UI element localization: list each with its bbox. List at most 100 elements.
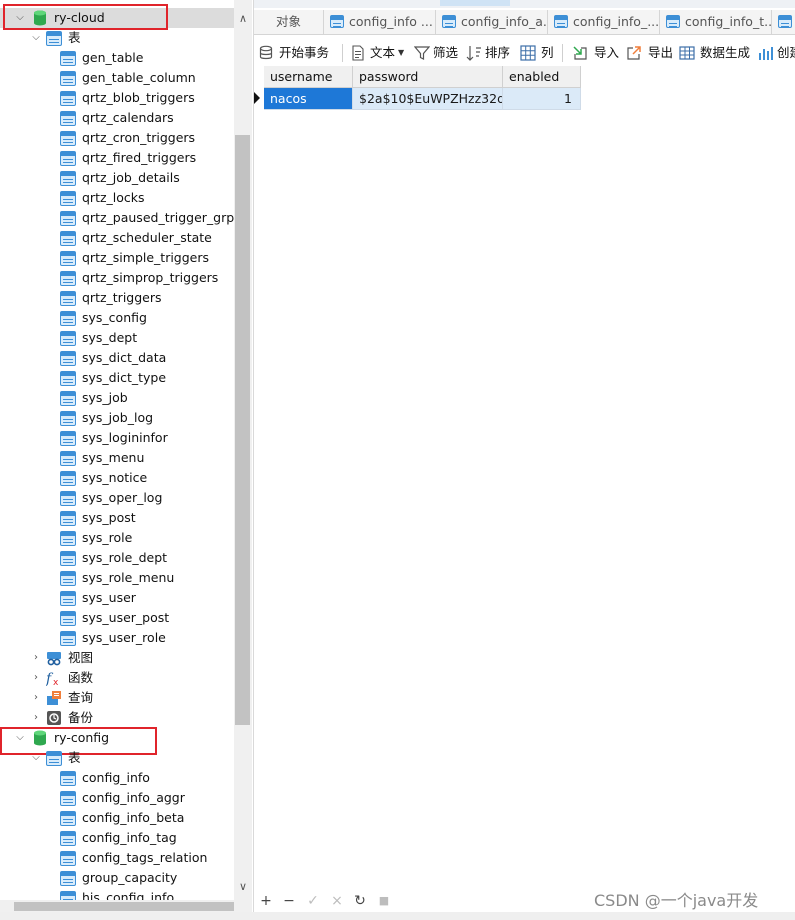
tab-bar: 对象 config_info ... config_info_a... conf… <box>254 10 795 35</box>
tree-table-item[interactable]: config_info_aggr <box>0 788 234 808</box>
table-name: qrtz_calendars <box>82 110 174 125</box>
tab-objects[interactable]: 对象 <box>254 10 324 35</box>
tree-table-item[interactable]: config_info_beta <box>0 808 234 828</box>
apply-changes-button[interactable]: ✓ <box>304 892 322 910</box>
tab-config-info-aggr[interactable]: config_info_a... <box>436 10 548 35</box>
tab-config-info-tag[interactable]: config_info_t... <box>660 10 772 35</box>
filter-button[interactable]: 筛选 <box>414 43 462 63</box>
tree-table-item[interactable]: sys_role_menu <box>0 568 234 588</box>
tree-folder-functions[interactable]: › f x 函数 <box>0 668 234 688</box>
column-header-label: enabled <box>509 69 560 84</box>
discard-changes-button[interactable]: × <box>328 892 346 910</box>
tree-table-item[interactable]: sys_config <box>0 308 234 328</box>
column-header-password[interactable]: password <box>353 66 503 88</box>
text-view-button[interactable]: 文本 ▼ <box>350 43 406 63</box>
refresh-button[interactable]: ↻ <box>351 892 369 910</box>
tree-table-item[interactable]: sys_role_dept <box>0 548 234 568</box>
stop-button[interactable]: ■ <box>375 892 393 910</box>
table-icon <box>330 15 344 28</box>
tree-folder-backups[interactable]: › 备份 <box>0 708 234 728</box>
tree-table-item[interactable]: sys_job <box>0 388 234 408</box>
create-chart-button[interactable]: 创建 <box>758 43 795 63</box>
tab-users[interactable] <box>772 10 795 35</box>
tree-table-item[interactable]: sys_dept <box>0 328 234 348</box>
tree-table-item[interactable]: qrtz_cron_triggers <box>0 128 234 148</box>
tree-table-item[interactable]: qrtz_locks <box>0 188 234 208</box>
tree-table-item[interactable]: config_info_tag <box>0 828 234 848</box>
tree-table-item[interactable]: qrtz_calendars <box>0 108 234 128</box>
table-name: qrtz_blob_triggers <box>82 90 195 105</box>
tree-table-item[interactable]: sys_dict_data <box>0 348 234 368</box>
chevron-right-icon[interactable]: › <box>30 688 42 708</box>
table-name: qrtz_job_details <box>82 170 180 185</box>
tree-table-item[interactable]: sys_menu <box>0 448 234 468</box>
tree-table-item[interactable]: group_capacity <box>0 868 234 888</box>
dropdown-arrow-icon[interactable]: ▼ <box>398 43 404 63</box>
tree-table-item[interactable]: sys_user_post <box>0 608 234 628</box>
tab-config-info-beta[interactable]: config_info_... <box>548 10 660 35</box>
tab-config-info[interactable]: config_info ... <box>324 10 436 35</box>
tree-table-item[interactable]: sys_role <box>0 528 234 548</box>
chevron-right-icon[interactable]: › <box>30 708 42 728</box>
scrollbar-thumb[interactable] <box>14 902 234 911</box>
chevron-down-icon[interactable]: ⌵ <box>30 28 42 48</box>
tree-table-item[interactable]: his_config_info <box>0 888 234 900</box>
delete-record-button[interactable]: − <box>280 892 298 910</box>
import-button[interactable]: 导入 <box>572 43 620 63</box>
tree-table-item[interactable]: sys_dict_type <box>0 368 234 388</box>
tree-table-item[interactable]: qrtz_fired_triggers <box>0 148 234 168</box>
tree-table-item[interactable]: qrtz_triggers <box>0 288 234 308</box>
tree-table-item[interactable]: sys_notice <box>0 468 234 488</box>
table-name: sys_config <box>82 310 147 325</box>
data-generation-button[interactable]: 数据生成 <box>679 43 755 63</box>
table-icon <box>60 411 76 426</box>
scroll-down-icon[interactable]: ∨ <box>234 878 252 896</box>
tree-folder-queries[interactable]: › 查询 <box>0 688 234 708</box>
tree-folder-tables[interactable]: ⌵ 表 <box>0 748 234 768</box>
table-icon <box>554 15 568 28</box>
tree-table-item[interactable]: config_info <box>0 768 234 788</box>
tree-table-item[interactable]: gen_table_column <box>0 68 234 88</box>
data-generation-icon <box>679 46 695 60</box>
scroll-up-icon[interactable]: ∧ <box>234 10 252 28</box>
toolbar-label: 导出 <box>648 45 674 60</box>
chevron-right-icon[interactable]: › <box>30 668 42 688</box>
tree-table-item[interactable]: sys_logininfor <box>0 428 234 448</box>
column-header-username[interactable]: username <box>264 66 353 88</box>
tree-folder-views[interactable]: › 视图 <box>0 648 234 668</box>
tree-table-item[interactable]: qrtz_job_details <box>0 168 234 188</box>
table-icon <box>60 391 76 406</box>
folder-label: 函数 <box>68 670 94 685</box>
folder-label: 查询 <box>68 690 94 705</box>
scrollbar-thumb[interactable] <box>235 135 250 725</box>
begin-transaction-button[interactable]: 开始事务 <box>259 43 335 63</box>
active-window-tab[interactable] <box>440 0 510 6</box>
column-header-label: username <box>270 69 333 84</box>
tree-table-item[interactable]: qrtz_paused_trigger_grps <box>0 208 234 228</box>
tree-table-item[interactable]: qrtz_simprop_triggers <box>0 268 234 288</box>
cell-username[interactable]: nacos <box>264 88 353 110</box>
sort-button[interactable]: 排序 <box>466 43 514 63</box>
tree-table-item[interactable]: sys_post <box>0 508 234 528</box>
tree-vertical-scrollbar[interactable]: ∧ ∨ <box>234 0 252 900</box>
tree-folder-tables[interactable]: ⌵ 表 <box>0 28 234 48</box>
tree-table-item[interactable]: gen_table <box>0 48 234 68</box>
tree-table-item[interactable]: config_tags_relation <box>0 848 234 868</box>
tree-horizontal-scrollbar[interactable] <box>0 900 252 912</box>
export-button[interactable]: 导出 <box>626 43 674 63</box>
tree-table-item[interactable]: qrtz_scheduler_state <box>0 228 234 248</box>
columns-button[interactable]: 列 <box>520 43 556 63</box>
add-record-button[interactable]: + <box>257 892 275 910</box>
tree-table-item[interactable]: qrtz_simple_triggers <box>0 248 234 268</box>
tree-table-item[interactable]: sys_job_log <box>0 408 234 428</box>
chevron-right-icon[interactable]: › <box>30 648 42 668</box>
folder-label: 视图 <box>68 650 94 665</box>
column-header-enabled[interactable]: enabled <box>503 66 581 88</box>
cell-enabled[interactable]: 1 <box>503 88 581 110</box>
tree-table-item[interactable]: sys_user_role <box>0 628 234 648</box>
tree-table-item[interactable]: qrtz_blob_triggers <box>0 88 234 108</box>
tree-table-item[interactable]: sys_oper_log <box>0 488 234 508</box>
cell-password[interactable]: $2a$10$EuWPZHzz32dJN <box>353 88 503 110</box>
tree-table-item[interactable]: sys_user <box>0 588 234 608</box>
chevron-down-icon[interactable]: ⌵ <box>30 748 42 768</box>
